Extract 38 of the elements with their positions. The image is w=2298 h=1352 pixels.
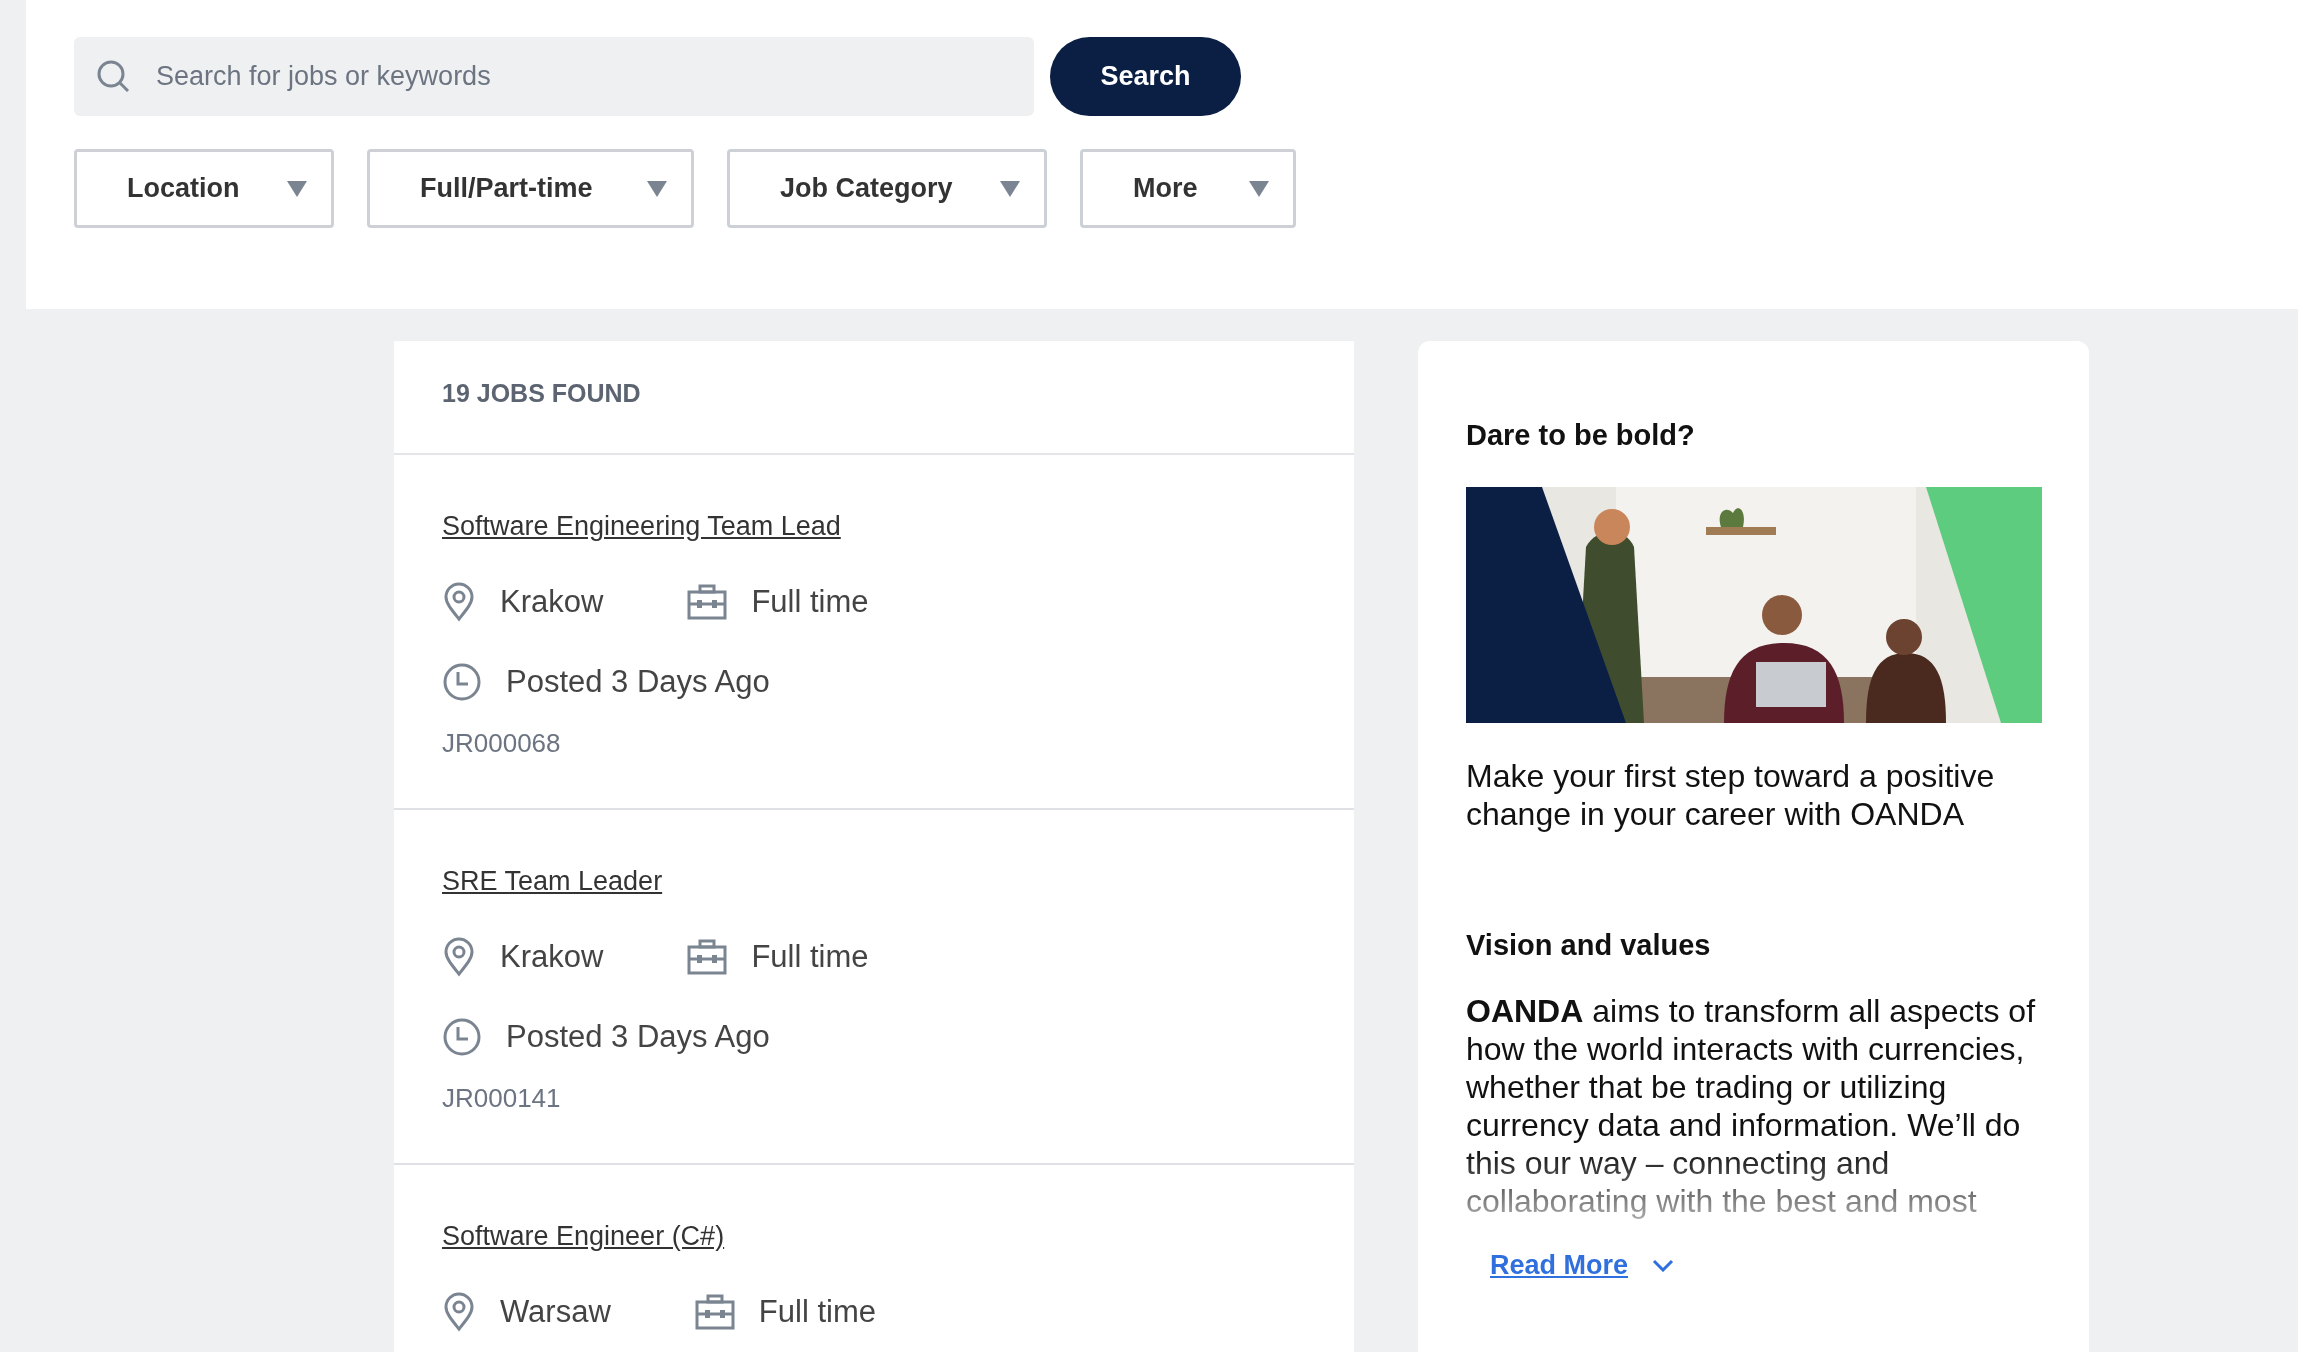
filter-dropdown[interactable]: Location [74,149,334,228]
location-pin-icon [442,937,476,977]
search-field[interactable]: Search for jobs or keywords [74,37,1034,116]
job-type: Full time [751,939,869,975]
job-type: Full time [751,584,869,620]
chevron-down-icon[interactable] [1652,1259,1675,1272]
vision-paragraph: OANDA aims to transform all aspects of how the world interacts with currencies, whether that be trading or utilizing currency data and information. We’ll do this our way – connecting and collaborating with the best and most [1466,992,2037,1220]
search-button[interactable]: Search [1050,37,1241,116]
section-heading: Vision and values [1466,929,1712,962]
job-title-link[interactable]: Software Engineer (C#) [442,1221,725,1251]
job-location: Warsaw [500,1294,611,1330]
job-id: JR000141 [442,1083,562,1114]
briefcase-icon [687,584,728,620]
location-pin-icon [442,582,476,622]
caret-icon [647,180,667,197]
briefcase-icon [687,939,728,975]
caret-icon [1249,180,1269,197]
filter-dropdown[interactable]: Job Category [727,149,1047,228]
filter-dropdown[interactable]: More [1080,149,1296,228]
posted-date: Posted 3 Days Ago [506,1019,770,1055]
read-more-link[interactable]: Read More [1490,1250,1629,1281]
promo-text: Make your first step toward a positive change in your career with OANDA [1466,757,1996,833]
location-pin-icon [442,1292,476,1332]
results-count: 19 JOBS FOUND [394,341,1354,455]
briefcase-icon [694,1294,735,1330]
job-location: Krakow [500,939,604,975]
job-title-link[interactable]: SRE Team Leader [442,866,663,896]
caret-icon [1000,180,1020,197]
clock-icon [442,662,482,702]
posted-date: Posted 3 Days Ago [506,664,770,700]
job-type: Full time [758,1294,876,1330]
job-location: Krakow [500,584,604,620]
promo-heading: Dare to be bold? [1466,419,1696,452]
filter-dropdown[interactable]: Full/Part-time [367,149,694,228]
clock-icon [442,1017,482,1057]
job-title-link[interactable]: Software Engineering Team Lead [442,511,841,541]
job-id: JR000068 [442,728,562,759]
caret-icon [287,180,307,197]
